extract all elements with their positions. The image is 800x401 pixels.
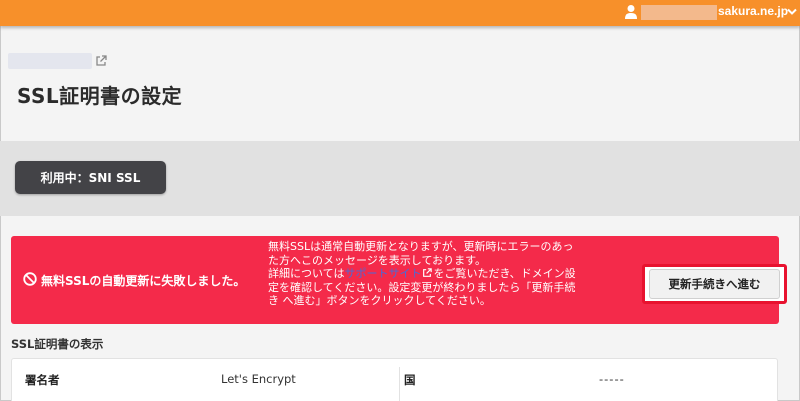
top-bar: sakura.ne.jp xyxy=(0,0,800,26)
alert-message-text: をご覧いただき、ドメイン設 xyxy=(433,267,576,280)
ban-icon xyxy=(23,272,37,286)
alert-title: 無料SSLの自動更新に失敗しました。 xyxy=(41,274,246,288)
external-link-icon[interactable] xyxy=(422,268,433,278)
country-value: ----- xyxy=(599,372,625,386)
chevron-down-icon[interactable] xyxy=(787,8,797,16)
support-site-link[interactable]: サポートサイト xyxy=(344,267,421,280)
external-link-icon[interactable] xyxy=(95,55,107,67)
renew-button-highlight: 更新手続きへ進む xyxy=(642,264,787,304)
alert-message-line: き へ進む」ボタンをクリックしてください。 xyxy=(268,294,491,307)
alert-message-line: 定を確認してください。設定変更が終わりましたら「更新手続 xyxy=(268,280,576,294)
cert-info-table: 署名者 Let's Encrypt 国 ----- xyxy=(11,358,778,401)
column-divider xyxy=(399,367,400,401)
current-ssl-status-button[interactable]: 利用中：SNI SSL xyxy=(15,161,166,194)
country-label: 国 xyxy=(404,373,416,387)
account-domain[interactable]: sakura.ne.jp xyxy=(718,4,788,18)
signer-label: 署名者 xyxy=(25,373,60,387)
account-name-redacted xyxy=(641,5,717,20)
cert-section-label: SSL証明書の表示 xyxy=(11,337,104,351)
alert-message-line: 無料SSLは通常自動更新となりますが、更新時にエラーのあっ xyxy=(268,240,574,253)
user-icon xyxy=(625,5,637,19)
site-name-redacted[interactable] xyxy=(8,53,92,69)
alert-message-text: 詳細については xyxy=(268,267,345,280)
alert-message-line: 詳細についてはサポートサイト をご覧いただき、ドメイン設 xyxy=(268,267,640,281)
page-title: SSL証明書の設定 xyxy=(17,84,183,108)
proceed-renewal-button[interactable]: 更新手続きへ進む xyxy=(649,269,780,299)
signer-value: Let's Encrypt xyxy=(221,372,296,386)
alert-message-line: た方へこのメッセージを表示しております。 xyxy=(268,253,487,267)
renewal-failed-alert: 無料SSLの自動更新に失敗しました。 無料SSLは通常自動更新となりますが、更新… xyxy=(11,236,787,324)
alert-message: 無料SSLは通常自動更新となりますが、更新時にエラーのあっ た方へこのメッセージ… xyxy=(268,240,640,308)
